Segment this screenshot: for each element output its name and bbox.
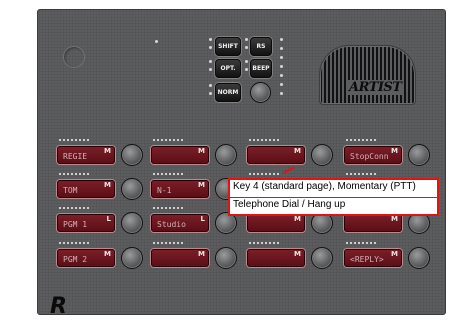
volume-knob[interactable]: [250, 82, 271, 103]
key-mode-indicator: M: [294, 215, 301, 223]
key-mode-indicator: M: [294, 250, 301, 258]
key-led-strip: [153, 207, 183, 209]
indicator-dot: [209, 68, 212, 71]
indicator-dot: [245, 46, 248, 49]
key-led-strip: [59, 242, 89, 244]
key-label: PGM 2: [63, 255, 88, 264]
key-led-strip: [346, 139, 376, 141]
artist-logo: ARTIST: [346, 80, 405, 95]
key-level-knob[interactable]: [311, 144, 333, 166]
key-led-strip: [249, 173, 279, 175]
tooltip-line-1: Key 4 (standard page), Momentary (PTT): [233, 181, 416, 192]
key-level-knob[interactable]: [408, 144, 430, 166]
key-mode-indicator: M: [104, 181, 111, 189]
key-led-strip: [249, 242, 279, 244]
key-label: StopConn: [350, 152, 389, 161]
tooltip-line-2: Telephone Dial / Hang up: [233, 199, 346, 210]
talk-key-3[interactable]: M: [247, 146, 305, 164]
talk-key-14[interactable]: M: [151, 249, 209, 267]
key-label: PGM 1: [63, 220, 88, 229]
indicator-dot: [280, 65, 283, 68]
key-mode-indicator: M: [198, 181, 205, 189]
norm-button[interactable]: NORM: [215, 83, 241, 102]
indicator-dot: [280, 74, 283, 77]
key-level-knob[interactable]: [215, 144, 237, 166]
key-mode-indicator: M: [104, 147, 111, 155]
beep-button[interactable]: BEEP: [250, 59, 272, 78]
key-led-strip: [59, 139, 89, 141]
indicator-dot: [280, 83, 283, 86]
talk-key-4[interactable]: StopConn M: [344, 146, 402, 164]
key-label: <REPLY>: [350, 255, 384, 264]
key-label: REGIE: [63, 152, 88, 161]
indicator-dot: [209, 84, 212, 87]
indicator-dot: [280, 56, 283, 59]
indicator-dot: [280, 38, 283, 41]
talk-key-9[interactable]: PGM 1 L: [57, 214, 115, 232]
key-led-strip: [153, 173, 183, 175]
talk-key-6[interactable]: N-1 M: [151, 180, 209, 198]
key-led-strip: [153, 242, 183, 244]
key-label: Studio: [157, 220, 186, 229]
key-level-knob[interactable]: [121, 144, 143, 166]
key-level-knob[interactable]: [215, 247, 237, 269]
mic-hole: [63, 46, 85, 68]
key-tooltip: Key 4 (standard page), Momentary (PTT) T…: [228, 178, 439, 216]
key-label: N-1: [157, 186, 172, 195]
key-led-strip: [59, 173, 89, 175]
key-led-strip: [249, 139, 279, 141]
rs-button[interactable]: RS: [250, 37, 272, 56]
indicator-dot: [155, 40, 158, 43]
talk-key-15[interactable]: M: [247, 249, 305, 267]
key-mode-indicator: L: [200, 215, 205, 223]
key-level-knob[interactable]: [121, 212, 143, 234]
indicator-dot: [209, 46, 212, 49]
key-mode-indicator: M: [391, 215, 398, 223]
talk-key-5[interactable]: TOM M: [57, 180, 115, 198]
talk-key-12[interactable]: M: [344, 214, 402, 232]
indicator-dot: [245, 38, 248, 41]
talk-key-13[interactable]: PGM 2 M: [57, 249, 115, 267]
talk-key-2[interactable]: M: [151, 146, 209, 164]
key-led-strip: [153, 139, 183, 141]
shift-button[interactable]: SHIFT: [215, 37, 241, 56]
indicator-dot: [209, 60, 212, 63]
indicator-dot: [245, 68, 248, 71]
speaker-grille: [319, 45, 416, 105]
key-led-strip: [59, 207, 89, 209]
key-led-strip: [346, 173, 376, 175]
tooltip-divider: [230, 197, 437, 198]
key-mode-indicator: L: [106, 215, 111, 223]
indicator-dot: [280, 47, 283, 50]
opt-button[interactable]: OPT.: [215, 59, 241, 78]
key-mode-indicator: M: [391, 147, 398, 155]
indicator-dot: [209, 92, 212, 95]
key-led-strip: [346, 242, 376, 244]
key-level-knob[interactable]: [121, 247, 143, 269]
key-label: TOM: [63, 186, 78, 195]
key-level-knob[interactable]: [121, 178, 143, 200]
indicator-dot: [245, 60, 248, 63]
key-mode-indicator: M: [104, 250, 111, 258]
talk-key-1[interactable]: REGIE M: [57, 146, 115, 164]
key-mode-indicator: M: [198, 250, 205, 258]
talk-key-11[interactable]: M: [247, 214, 305, 232]
indicator-dot: [209, 38, 212, 41]
key-level-knob[interactable]: [408, 247, 430, 269]
talk-key-10[interactable]: Studio L: [151, 214, 209, 232]
key-mode-indicator: M: [294, 147, 301, 155]
key-mode-indicator: M: [198, 147, 205, 155]
key-mode-indicator: M: [391, 250, 398, 258]
talk-key-16[interactable]: <REPLY> M: [344, 249, 402, 267]
riedel-logo: R: [50, 294, 67, 319]
indicator-dot: [280, 92, 283, 95]
key-level-knob[interactable]: [311, 247, 333, 269]
